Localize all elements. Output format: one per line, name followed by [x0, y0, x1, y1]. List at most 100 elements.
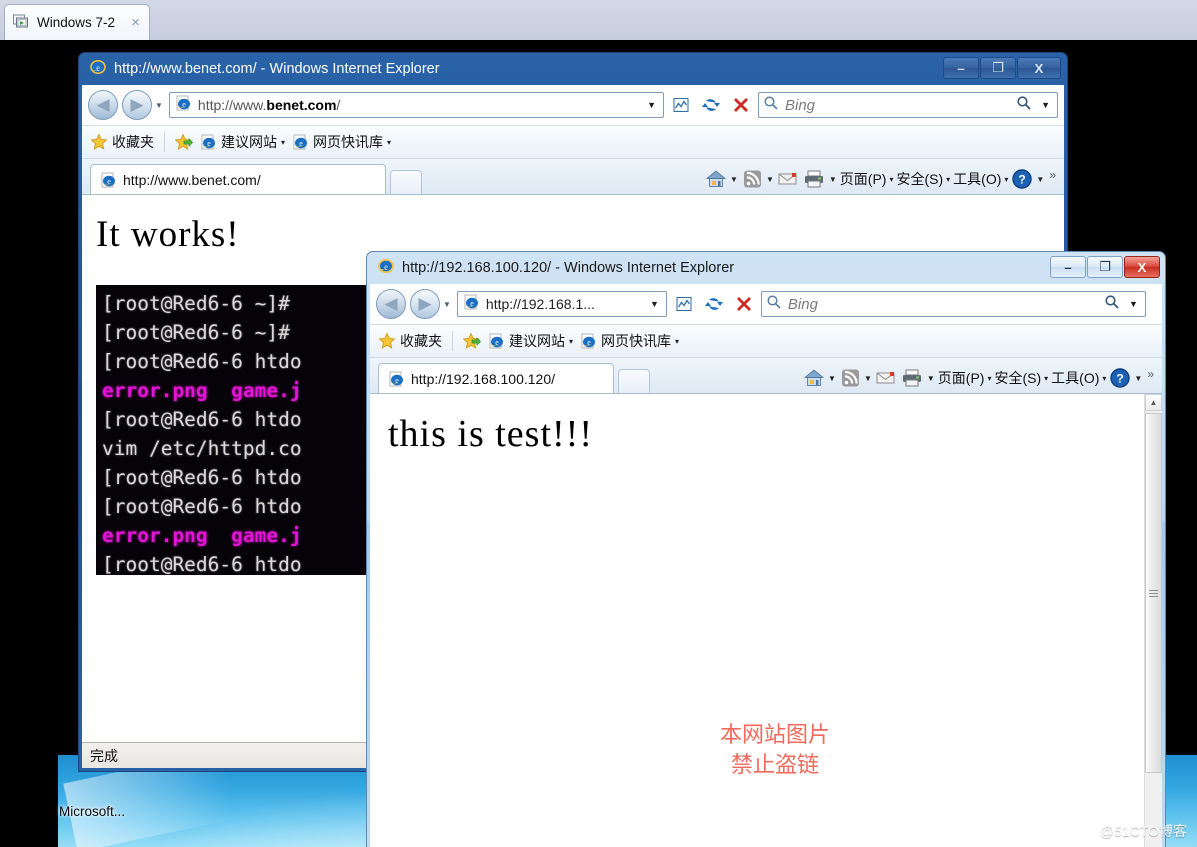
maximize-button[interactable]: ❐: [980, 57, 1016, 79]
close-button[interactable]: X: [1124, 256, 1160, 278]
chevron-down-icon[interactable]: ▼: [730, 175, 738, 184]
maximize-button[interactable]: ❐: [1087, 256, 1123, 278]
page-menu[interactable]: 页面(P) ▾: [938, 368, 992, 388]
browser-tab-benet[interactable]: e http://www.benet.com/: [90, 164, 386, 194]
search-icon: [763, 95, 779, 116]
chevron-down-icon[interactable]: ▼: [766, 175, 774, 184]
favorites-item-suggested-sites[interactable]: e 建议网站 ▾: [199, 132, 285, 152]
search-box[interactable]: Bing ▼: [758, 92, 1058, 118]
search-dropdown-icon[interactable]: ▼: [1126, 299, 1141, 309]
chevron-down-icon[interactable]: ▾: [889, 175, 893, 184]
search-go-icon[interactable]: [1016, 95, 1032, 116]
chevron-down-icon[interactable]: ▼: [1134, 374, 1142, 383]
print-button[interactable]: ▼: [900, 368, 935, 388]
forward-button[interactable]: ▶: [410, 289, 440, 319]
favorites-item-suggested-sites[interactable]: e 建议网站 ▾: [487, 331, 573, 351]
recent-pages-dropdown-icon[interactable]: ▼: [155, 101, 163, 110]
terminal-text: [root@Red6-6 ~]#: [102, 321, 290, 344]
home-button[interactable]: ▼: [803, 368, 836, 388]
add-to-favorites-icon[interactable]: [175, 133, 193, 151]
stop-icon[interactable]: [728, 92, 754, 118]
close-button[interactable]: X: [1017, 57, 1061, 79]
mail-button[interactable]: [875, 369, 897, 387]
browser-window-192-168-100-120[interactable]: e http://192.168.100.120/ - Windows Inte…: [366, 251, 1166, 847]
chevron-down-icon[interactable]: ▾: [387, 138, 391, 147]
chevron-down-icon[interactable]: ▼: [829, 175, 837, 184]
tab-and-command-bar: e http://www.benet.com/ ▼ ▼ ▼ 页面(P) ▾ 安全…: [82, 159, 1064, 195]
minimize-button[interactable]: –: [943, 57, 979, 79]
chevron-down-icon[interactable]: ▼: [927, 374, 935, 383]
tools-menu[interactable]: 工具(O) ▾: [953, 169, 1008, 189]
add-to-favorites-icon[interactable]: [463, 332, 481, 350]
favorites-bar: 收藏夹 e 建议网站 ▾ e 网页快讯库 ▾: [370, 324, 1162, 358]
address-dropdown-icon[interactable]: ▼: [647, 299, 662, 309]
recent-pages-dropdown-icon[interactable]: ▼: [443, 300, 451, 309]
chevron-down-icon[interactable]: ▾: [1004, 175, 1008, 184]
browser-tab-192-168-100-120[interactable]: e http://192.168.100.120/: [378, 363, 614, 393]
chevron-down-icon[interactable]: ▾: [1044, 374, 1048, 383]
taskbar-item-microsoft[interactable]: Microsoft...: [59, 804, 125, 819]
search-go-icon[interactable]: [1104, 294, 1120, 315]
scroll-up-arrow-icon[interactable]: ▲: [1145, 394, 1162, 411]
chevron-down-icon[interactable]: ▾: [946, 175, 950, 184]
help-menu[interactable]: ? ▼: [1109, 367, 1142, 389]
chevron-down-icon[interactable]: ▾: [1102, 374, 1106, 383]
command-overflow-icon[interactable]: »: [1145, 367, 1156, 389]
window-frame-active: e http://192.168.100.120/ - Windows Inte…: [366, 251, 1166, 847]
new-tab-button[interactable]: [390, 170, 422, 194]
search-box[interactable]: Bing ▼: [760, 291, 1146, 317]
search-dropdown-icon[interactable]: ▼: [1038, 100, 1053, 110]
back-button[interactable]: ◀: [88, 90, 118, 120]
safety-menu-label: 安全(S): [994, 370, 1042, 386]
new-tab-button[interactable]: [618, 369, 650, 393]
internet-explorer-icon: e: [389, 371, 404, 386]
help-menu[interactable]: ? ▼: [1011, 168, 1044, 190]
favorites-button[interactable]: 收藏夹: [378, 331, 442, 351]
favorites-button[interactable]: 收藏夹: [90, 132, 154, 152]
address-dropdown-icon[interactable]: ▼: [644, 100, 659, 110]
command-bar: ▼ ▼ ▼ 页面(P) ▾ 安全(S) ▾ 工具(O) ▾ ? ▼ »: [705, 168, 1064, 194]
favorites-label: 收藏夹: [400, 333, 442, 349]
internet-explorer-icon: e: [489, 333, 504, 349]
safety-menu[interactable]: 安全(S) ▾: [994, 368, 1048, 388]
internet-explorer-icon: e: [174, 94, 192, 117]
forward-button[interactable]: ▶: [122, 90, 152, 120]
chevron-down-icon[interactable]: ▼: [1036, 175, 1044, 184]
vm-tab-windows-7-2[interactable]: Windows 7-2 ×: [4, 4, 150, 40]
page-menu[interactable]: 页面(P) ▾: [840, 169, 894, 189]
address-bar[interactable]: e http://192.168.1... ▼: [456, 291, 667, 317]
scrollbar-thumb[interactable]: [1145, 413, 1162, 773]
stop-icon[interactable]: [731, 291, 757, 317]
safety-menu[interactable]: 安全(S) ▾: [896, 169, 950, 189]
refresh-icon[interactable]: [701, 291, 727, 317]
back-button[interactable]: ◀: [376, 289, 406, 319]
hotlink-notice-line1: 本网站图片: [720, 723, 831, 748]
minimize-button[interactable]: –: [1050, 256, 1086, 278]
home-icon: [705, 170, 727, 187]
compatibility-view-icon[interactable]: [671, 291, 697, 317]
tools-menu[interactable]: 工具(O) ▾: [1051, 368, 1106, 388]
print-button[interactable]: ▼: [802, 169, 837, 189]
status-text: 完成: [90, 747, 118, 764]
chevron-down-icon[interactable]: ▼: [828, 374, 836, 383]
chevron-down-icon[interactable]: ▼: [864, 374, 872, 383]
address-bar[interactable]: e http://www.benet.com/ ▼: [168, 92, 664, 118]
mail-button[interactable]: [777, 170, 799, 188]
chevron-down-icon[interactable]: ▾: [569, 337, 573, 346]
divider: [164, 132, 165, 152]
window-buttons-group: – ❐ X: [943, 57, 1061, 79]
chevron-down-icon[interactable]: ▾: [281, 138, 285, 147]
favorites-item-web-slice-gallery[interactable]: e 网页快讯库 ▾: [291, 132, 391, 152]
compatibility-view-icon[interactable]: [668, 92, 694, 118]
command-overflow-icon[interactable]: »: [1047, 168, 1058, 190]
feeds-button[interactable]: ▼: [741, 169, 774, 189]
close-icon[interactable]: ×: [128, 15, 143, 30]
feeds-button[interactable]: ▼: [839, 368, 872, 388]
vertical-scrollbar[interactable]: ▲ ▼: [1144, 394, 1162, 847]
favorites-item-web-slice-gallery[interactable]: e 网页快讯库 ▾: [579, 331, 679, 351]
home-button[interactable]: ▼: [705, 169, 738, 189]
chevron-down-icon[interactable]: ▾: [987, 374, 991, 383]
chevron-down-icon[interactable]: ▾: [675, 337, 679, 346]
refresh-icon[interactable]: [698, 92, 724, 118]
divider: [452, 331, 453, 351]
